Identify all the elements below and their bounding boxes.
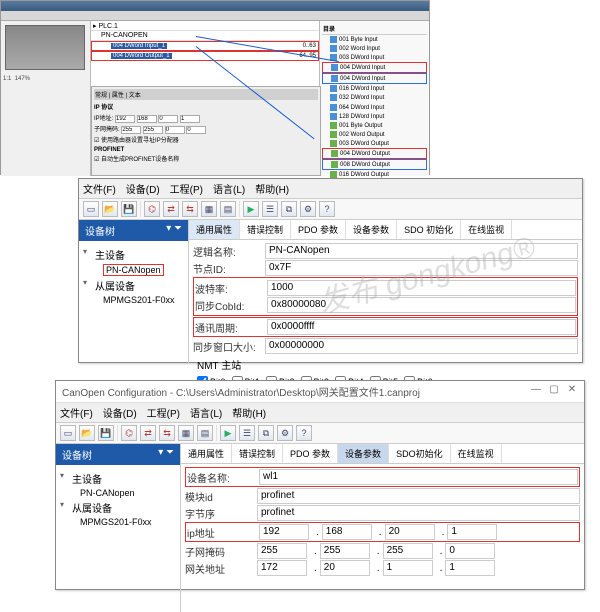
comm-period-input[interactable]: 0x0000ffff [267, 319, 576, 335]
new-icon[interactable]: ▭ [83, 201, 99, 217]
canopen-config-window-2: CanOpen Configuration - C:\Users\Adminis… [55, 380, 585, 590]
tabs[interactable]: 通用属性 错误控制 PDO 参数 设备参数 SDO 初始化 在线监视 [189, 220, 582, 240]
device-3d-icon [5, 25, 85, 70]
tab-device-params[interactable]: 设备参数 [338, 444, 389, 463]
logical-name-input[interactable]: PN-CANopen [265, 243, 578, 259]
byte-order-input[interactable]: profinet [257, 505, 580, 521]
toolbar[interactable]: ▭📂💾 ⌬⇄⇆ ▦▤ ▶☰⧉⚙? [56, 423, 584, 444]
menubar[interactable]: 文件(F)设备(D)工程(P)语言(L)帮助(H) [56, 403, 584, 423]
tree-slave[interactable]: 从属设备 [81, 276, 186, 295]
device-tree-panel: 设备树▾ ⏷ 主设备 PN-CANopen 从属设备 MPMGS201-F0xx [56, 444, 181, 612]
canopen-config-window-1: 文件(F)设备(D)工程(P)语言(L)帮助(H) ▭ 📂 💾 ⌬ ⇄ ⇆ ▦ … [78, 178, 583, 363]
module-id-input[interactable]: profinet [257, 488, 580, 504]
catalog-tree[interactable]: 目录 001 Byte Input002 Word Input003 DWord… [319, 21, 429, 176]
sync-window-input[interactable]: 0x00000000 [265, 338, 578, 354]
top-ide-thumbnail: 1:1 147% ▸ PLC.1 PN-CANOPEN 004 DWord In… [0, 0, 430, 175]
tree-icon[interactable]: ⌬ [144, 201, 160, 217]
slave-node[interactable]: MPMGS201-F0xx [81, 295, 186, 305]
titlebar: CanOpen Configuration - C:\Users\Adminis… [56, 381, 584, 403]
pin-icon[interactable]: ▾ ⏷ [166, 223, 182, 238]
gateway-row: 网关地址 172. 20. 1. 1 [185, 560, 580, 576]
close-icon[interactable]: ✕ [566, 384, 578, 399]
ip-address-row: ip地址 192. 168. 20. 1 [185, 522, 580, 542]
help-icon[interactable]: ? [319, 201, 335, 217]
menubar[interactable]: 文件(F)设备(D)工程(P)语言(L)帮助(H) [79, 179, 582, 199]
node-id-input[interactable]: 0x7F [265, 260, 578, 276]
pn-canopen-node[interactable]: PN-CANopen [103, 264, 164, 276]
subnet-mask-row: 子网掩码 255. 255. 255. 0 [185, 543, 580, 559]
maximize-icon[interactable]: ▢ [548, 384, 560, 399]
save-icon[interactable]: 💾 [121, 201, 137, 217]
device-tree-panel: 设备树▾ ⏷ 主设备 PN-CANopen 从属设备 MPMGS201-F0xx [79, 220, 189, 363]
device-name-input[interactable]: wl1 [259, 469, 578, 485]
sync-cobid-input[interactable]: 0x80000080 [267, 297, 576, 313]
toolbar[interactable]: ▭ 📂 💾 ⌬ ⇄ ⇆ ▦ ▤ ▶ ☰ ⧉ ⚙ ? [79, 199, 582, 220]
baudrate-input[interactable]: 1000 [267, 280, 576, 296]
minimize-icon[interactable]: — [530, 384, 542, 399]
open-icon[interactable]: 📂 [102, 201, 118, 217]
tree-master[interactable]: 主设备 [81, 245, 186, 264]
tabs[interactable]: 通用属性 错误控制 PDO 参数 设备参数 SDO初始化 在线监视 [181, 444, 584, 464]
tab-general[interactable]: 通用属性 [189, 220, 240, 239]
